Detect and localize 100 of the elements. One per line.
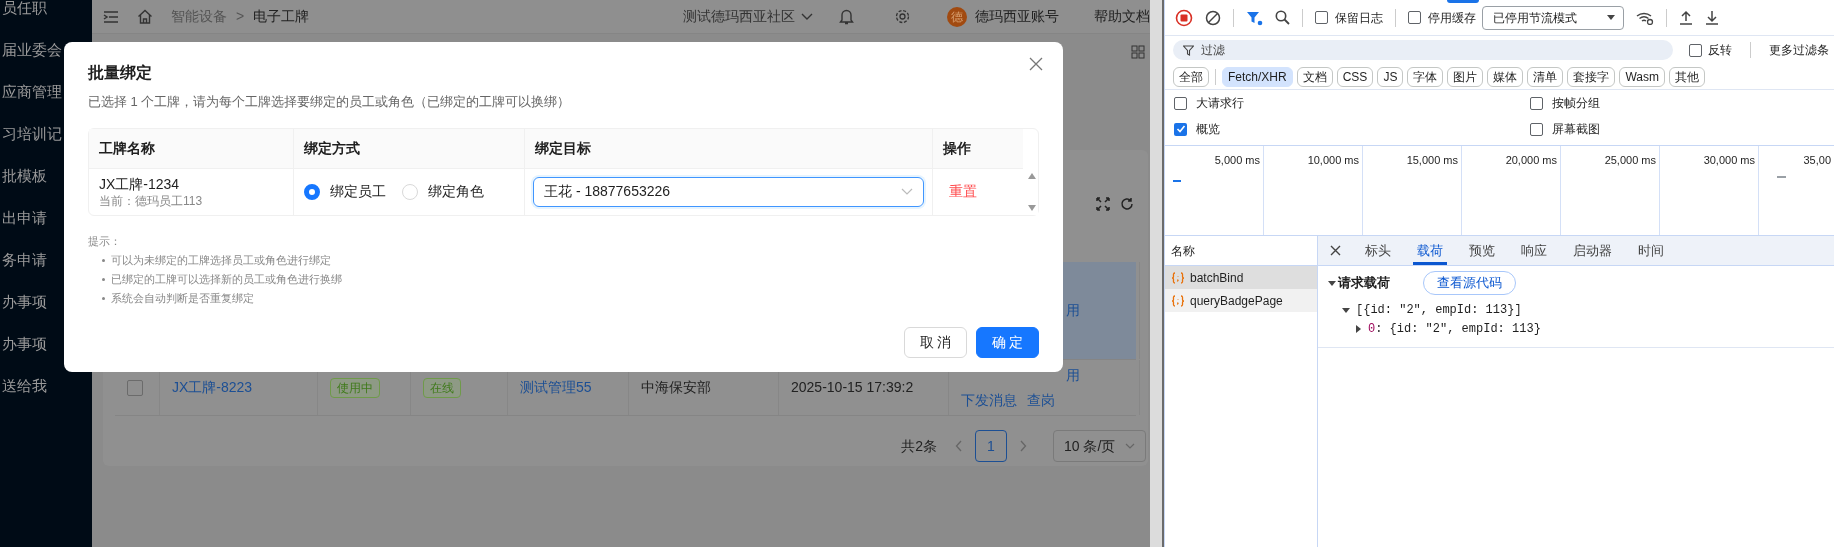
sidebar-item[interactable]: 习培训记: [0, 122, 62, 146]
page-size-select[interactable]: 10 条/页: [1053, 430, 1146, 462]
target-select[interactable]: 王花 - 18877653226: [533, 176, 924, 207]
upload-icon[interactable]: [1679, 9, 1693, 26]
sidebar-item[interactable]: 届业委会: [0, 38, 62, 62]
confirm-button[interactable]: 确 定: [976, 327, 1039, 358]
checkbox-label: 大请求行: [1196, 95, 1244, 112]
refresh-icon[interactable]: [1120, 197, 1134, 211]
clear-icon[interactable]: [1205, 9, 1221, 26]
checkbox-label: 按帧分组: [1552, 95, 1600, 112]
grid-icon[interactable]: [1131, 45, 1145, 59]
account-name[interactable]: 德玛西亚账号: [975, 6, 1059, 27]
triangle-down-icon[interactable]: [1328, 279, 1336, 287]
checkbox-label: 概览: [1196, 121, 1220, 138]
menu-icon[interactable]: [103, 9, 119, 24]
payload-tree-item[interactable]: 0: {id: "2", empId: 113}: [1368, 319, 1541, 338]
breadcrumb-current: 电子工牌: [253, 7, 310, 26]
help-link[interactable]: 帮助文档: [1094, 6, 1150, 27]
throttling-select[interactable]: 已停用节流模式: [1482, 5, 1624, 30]
detail-tab[interactable]: 响应: [1517, 236, 1551, 265]
timeline-tick-label: 5,000 ms: [1214, 153, 1260, 168]
radio-option[interactable]: 绑定员工: [304, 181, 386, 202]
checkbox-label: 停用缓存: [1428, 9, 1476, 27]
checkbox[interactable]: [1530, 122, 1543, 136]
sidebar-item[interactable]: 员任职: [0, 0, 47, 20]
checkbox[interactable]: [1530, 96, 1543, 110]
column-header: 操作: [943, 138, 971, 158]
bell-icon[interactable]: [839, 8, 854, 25]
type-filter-chip[interactable]: 文档: [1296, 66, 1333, 87]
table-cell-text: 2025-10-15 17:39:2: [791, 378, 914, 397]
checkbox-label: 保留日志: [1335, 9, 1383, 27]
timeline-tick-label: 20,000 ms: [1505, 153, 1557, 168]
type-filter-chip[interactable]: CSS: [1336, 66, 1374, 87]
tips-title: 提示：: [88, 233, 122, 249]
type-filter-chip[interactable]: Wasm: [1619, 66, 1665, 87]
checkbox[interactable]: [1174, 122, 1187, 136]
timeline-tick-label: 25,000 ms: [1604, 153, 1656, 168]
checkbox[interactable]: [1408, 11, 1421, 24]
triangle-down-icon: [1027, 204, 1036, 211]
detail-tab[interactable]: 时间: [1634, 236, 1668, 265]
wifi-settings-icon[interactable]: [1636, 10, 1654, 25]
detail-tab[interactable]: 载荷: [1413, 236, 1447, 265]
request-row[interactable]: queryBadgePage: [1165, 289, 1317, 312]
triangle-right-icon[interactable]: [1354, 324, 1362, 333]
record-stop-icon[interactable]: [1175, 8, 1193, 27]
download-icon[interactable]: [1705, 9, 1719, 26]
column-header: 绑定目标: [535, 138, 591, 158]
triangle-up-icon: [1027, 172, 1036, 179]
filter-field[interactable]: 过滤: [1173, 40, 1673, 60]
type-filter-chip[interactable]: JS: [1377, 66, 1404, 87]
timeline-tick-label: 15,000 ms: [1406, 153, 1458, 168]
type-filter-chip[interactable]: 字体: [1407, 66, 1444, 87]
fullscreen-icon[interactable]: [1096, 197, 1110, 211]
sidebar-item[interactable]: 批模板: [0, 164, 47, 188]
timeline-tick-label: 10,000 ms: [1307, 153, 1359, 168]
checkbox[interactable]: [1174, 96, 1187, 110]
type-filter-chip[interactable]: Fetch/XHR: [1222, 66, 1293, 87]
sidebar-item[interactable]: 出申请: [0, 206, 47, 230]
close-icon[interactable]: [1330, 245, 1341, 256]
payload-tree-item[interactable]: [{id: "2", empId: 113}]: [1356, 300, 1522, 319]
close-icon: [1029, 57, 1043, 71]
chevron-down-icon: [1125, 443, 1135, 449]
triangle-down-icon[interactable]: [1342, 305, 1350, 314]
chevron-down-icon: [801, 12, 813, 21]
community-dropdown[interactable]: 测试德玛西亚社区: [683, 6, 813, 27]
detail-tab[interactable]: 预览: [1465, 236, 1499, 265]
detail-tab[interactable]: 标头: [1361, 236, 1395, 265]
type-filter-chip[interactable]: 媒体: [1487, 66, 1524, 87]
filter-icon: [1183, 45, 1194, 56]
request-row[interactable]: batchBind: [1165, 266, 1317, 289]
search-icon[interactable]: [1275, 10, 1290, 25]
breadcrumb-separator: >: [236, 7, 245, 26]
detail-tab[interactable]: 启动器: [1569, 236, 1616, 265]
sidebar-item[interactable]: 送给我: [0, 374, 47, 398]
sidebar-item[interactable]: 办事项: [0, 290, 47, 314]
checkbox[interactable]: [127, 379, 143, 396]
sidebar-item[interactable]: 办事项: [0, 332, 47, 356]
type-filter-chip[interactable]: 全部: [1173, 66, 1209, 87]
sidebar-item[interactable]: 应商管理: [0, 80, 62, 104]
radio-option[interactable]: 绑定角色: [402, 181, 484, 202]
checkbox-label: 屏幕截图: [1552, 121, 1600, 138]
chevron-down-icon: [901, 188, 913, 195]
type-filter-chip[interactable]: 套接字: [1567, 66, 1616, 87]
bullet-icon: [102, 277, 105, 281]
usage-tag: 使用中: [330, 377, 380, 398]
total-count: 共2条: [901, 436, 937, 456]
filter-icon[interactable]: [1246, 9, 1263, 26]
type-filter-chip[interactable]: 清单: [1527, 66, 1564, 87]
radio-button[interactable]: [304, 183, 320, 200]
sidebar-item[interactable]: 务申请: [0, 248, 47, 272]
more-filters-dropdown[interactable]: 更多过滤条: [1769, 41, 1829, 59]
checkbox[interactable]: [1315, 11, 1328, 24]
settings-icon[interactable]: [894, 8, 911, 25]
checkbox[interactable]: [1689, 43, 1702, 57]
type-filter-chip[interactable]: 其他: [1668, 66, 1705, 87]
cancel-button[interactable]: 取 消: [904, 327, 967, 358]
table-cell-text: 中海保安部: [641, 378, 711, 397]
type-filter-chip[interactable]: 图片: [1447, 66, 1484, 87]
home-icon[interactable]: [137, 9, 153, 24]
tab-indicator: [1447, 0, 1479, 3]
